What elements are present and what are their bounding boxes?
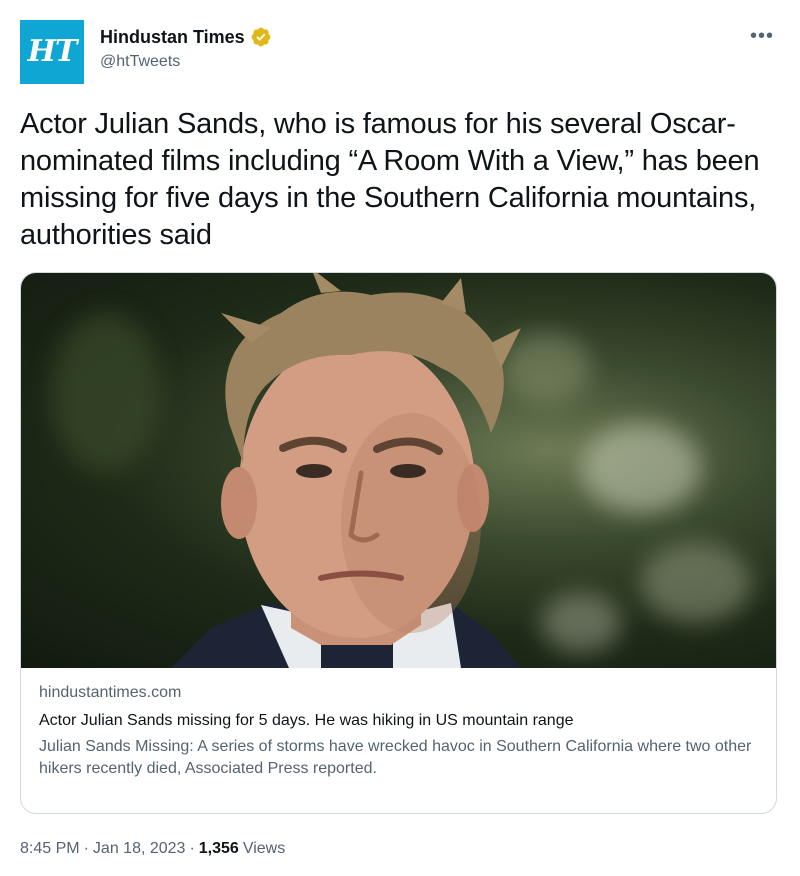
tweet-meta: 8:45 PM · Jan 18, 2023 · 1,356 Views — [20, 840, 285, 858]
card-domain: hindustantimes.com — [39, 684, 182, 701]
views-label: Views — [242, 840, 286, 857]
card-title[interactable]: Actor Julian Sands missing for 5 days. H… — [39, 710, 758, 732]
tweet: HT Hindustan Times @htTweets ••• Actor J… — [0, 0, 800, 876]
verified-badge-icon[interactable] — [250, 26, 272, 48]
portrait-illustration — [171, 273, 521, 668]
more-options-icon[interactable]: ••• — [750, 26, 774, 46]
card-info: hindustantimes.com Actor Julian Sands mi… — [21, 668, 776, 780]
link-card[interactable]: hindustantimes.com Actor Julian Sands mi… — [20, 272, 777, 814]
avatar-logo-text: HT — [27, 34, 78, 69]
views-count: 1,356 — [198, 840, 239, 857]
card-image[interactable] — [21, 273, 776, 668]
card-description: Julian Sands Missing: A series of storms… — [39, 738, 752, 777]
tweet-time[interactable]: 8:45 PM — [20, 840, 80, 858]
tweet-date[interactable]: Jan 18, 2023 — [93, 840, 186, 858]
meta-separator: · — [83, 840, 89, 857]
author-info: Hindustan Times @htTweets — [100, 26, 272, 71]
display-name[interactable]: Hindustan Times — [100, 27, 245, 48]
avatar[interactable]: HT — [20, 20, 84, 84]
name-row: Hindustan Times — [100, 26, 272, 48]
tweet-text: Actor Julian Sands, who is famous for hi… — [20, 108, 760, 251]
handle[interactable]: @htTweets — [100, 53, 272, 71]
meta-separator: · — [189, 840, 195, 857]
